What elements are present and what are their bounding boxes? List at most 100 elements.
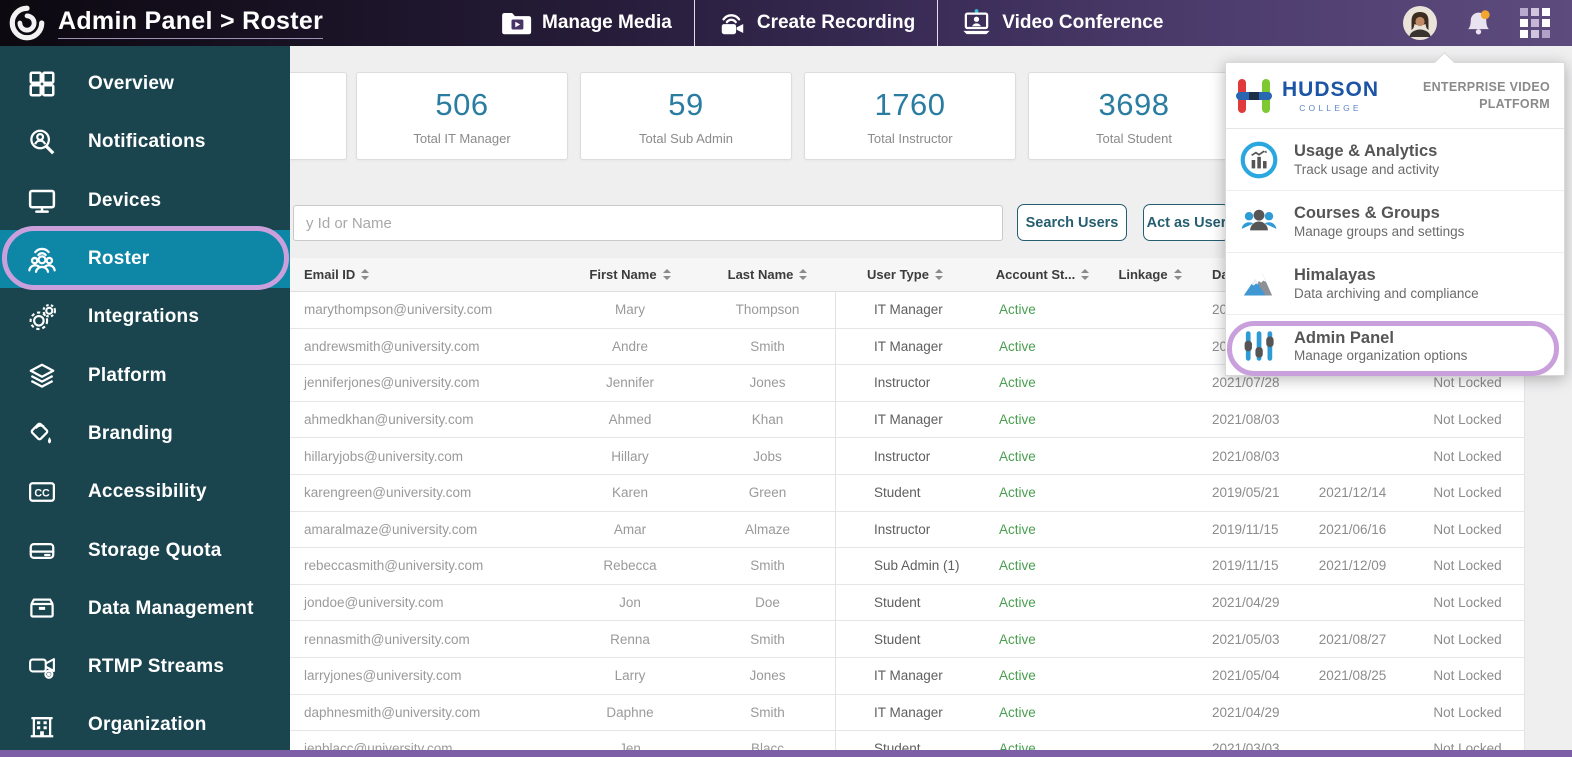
sidebar-item-rtmp-streams[interactable]: RTMP Streams bbox=[0, 638, 290, 696]
cell-user-type: IT Manager bbox=[835, 292, 975, 328]
cell-date-1: 2021/08/03 bbox=[1212, 412, 1280, 428]
cell-last-name: Green bbox=[748, 485, 787, 501]
cell-account-status: Active bbox=[999, 631, 1036, 647]
header-email-id[interactable]: Email ID bbox=[290, 267, 560, 282]
cell-first-name: Andre bbox=[611, 338, 649, 354]
cell-account-status: Active bbox=[999, 558, 1036, 574]
cell-first-name: Ahmed bbox=[608, 412, 652, 428]
video-camera-icon bbox=[22, 652, 62, 682]
notifications-bell-icon[interactable] bbox=[1463, 8, 1494, 39]
menu-item-subtitle: Manage organization options bbox=[1294, 348, 1468, 364]
cell-date-1: 2019/11/15 bbox=[1212, 521, 1279, 537]
layers-icon bbox=[22, 361, 62, 391]
header-last-name[interactable]: Last Name bbox=[700, 267, 835, 282]
cell-date-1: 2021/05/03 bbox=[1212, 631, 1280, 647]
cell-last-name: Smith bbox=[750, 631, 785, 647]
sort-icon bbox=[1173, 269, 1182, 280]
cell-email: andrewsmith@university.com bbox=[304, 338, 480, 354]
nav-create-recording[interactable]: Create Recording bbox=[693, 0, 937, 46]
sidebar-item-integrations[interactable]: Integrations bbox=[0, 288, 290, 346]
table-row[interactable]: daphnesmith@university.com Daphne Smith … bbox=[290, 694, 1524, 732]
stat-value: 3698 bbox=[1098, 86, 1170, 122]
gears-icon bbox=[22, 302, 62, 332]
cell-locked-status: Not Locked bbox=[1433, 595, 1502, 611]
sidebar-item-accessibility[interactable]: CC Accessibility bbox=[0, 463, 290, 521]
cell-email: jenniferjones@university.com bbox=[304, 375, 480, 391]
header-first-name[interactable]: First Name bbox=[560, 267, 700, 282]
sidebar-item-overview[interactable]: Overview bbox=[0, 55, 290, 113]
sidebar-item-storage-quota[interactable]: Storage Quota bbox=[0, 521, 290, 579]
menu-item-usage-analytics[interactable]: Usage & Analytics Track usage and activi… bbox=[1226, 129, 1564, 191]
cell-date-1: 2021/05/04 bbox=[1212, 668, 1280, 684]
sidebar-item-branding[interactable]: Branding bbox=[0, 405, 290, 463]
table-row[interactable]: ahmedkhan@university.com Ahmed Khan IT M… bbox=[290, 401, 1524, 439]
sidebar-item-data-management[interactable]: Data Management bbox=[0, 580, 290, 638]
sidebar-item-notifications[interactable]: Notifications bbox=[0, 113, 290, 171]
menu-item-admin-panel[interactable]: Admin Panel Manage organization options bbox=[1226, 315, 1564, 377]
cell-user-type: Instructor bbox=[835, 511, 975, 548]
app-logo-icon[interactable] bbox=[8, 4, 46, 42]
menu-item-title: Admin Panel bbox=[1294, 328, 1394, 347]
cell-date-1: 2021/04/29 bbox=[1212, 704, 1280, 720]
cell-user-type: Sub Admin (1) bbox=[835, 548, 975, 584]
table-row[interactable]: rebeccasmith@university.com Rebecca Smit… bbox=[290, 548, 1524, 585]
people-group-icon bbox=[1238, 201, 1280, 243]
menu-item-subtitle: Track usage and activity bbox=[1294, 161, 1440, 177]
cell-last-name: Almaze bbox=[744, 521, 790, 537]
camera-broadcast-icon bbox=[717, 9, 748, 38]
table-row[interactable]: rennasmith@university.com Renna Smith St… bbox=[290, 621, 1524, 658]
nav-label: Manage Media bbox=[542, 12, 672, 33]
cell-email: hillaryjobs@university.com bbox=[304, 448, 464, 464]
search-users-button[interactable]: Search Users bbox=[1017, 204, 1127, 241]
magnifier-person-icon bbox=[22, 127, 62, 157]
stat-label: Total Instructor bbox=[867, 130, 953, 146]
cell-date-1: 2019/05/21 bbox=[1212, 485, 1280, 501]
header-linkage[interactable]: Linkage bbox=[1110, 267, 1190, 282]
header-user-type[interactable]: User Type bbox=[835, 267, 975, 282]
folder-play-icon bbox=[500, 8, 533, 38]
paint-bucket-icon bbox=[22, 419, 62, 449]
menu-item-himalayas[interactable]: Himalayas Data archiving and compliance bbox=[1226, 253, 1564, 315]
cell-account-status: Active bbox=[999, 668, 1036, 684]
cell-first-name: Karen bbox=[611, 485, 649, 501]
cell-locked-status: Not Locked bbox=[1433, 631, 1502, 647]
table-row[interactable]: hillaryjobs@university.com Hillary Jobs … bbox=[290, 438, 1524, 475]
top-nav: Manage Media Create Recording Video Conf… bbox=[478, 0, 1185, 46]
cell-first-name: Jon bbox=[619, 595, 641, 611]
cell-locked-status: Not Locked bbox=[1433, 558, 1502, 574]
sidebar-item-platform[interactable]: Platform bbox=[0, 346, 290, 404]
table-row[interactable]: karengreen@university.com Karen Green St… bbox=[290, 474, 1524, 512]
analytics-chart-icon bbox=[1238, 139, 1280, 181]
table-row[interactable]: larryjones@university.com Larry Jones IT… bbox=[290, 657, 1524, 695]
cell-account-status: Active bbox=[999, 302, 1036, 318]
table-row[interactable]: amaralmaze@university.com Amar Almaze In… bbox=[290, 511, 1524, 549]
menu-item-subtitle: Manage groups and settings bbox=[1294, 223, 1465, 239]
stat-label: Total Sub Admin bbox=[639, 130, 733, 146]
cell-first-name: Jennifer bbox=[605, 375, 655, 391]
table-row[interactable]: jondoe@university.com Jon Doe Student Ac… bbox=[290, 584, 1524, 622]
act-as-user-button[interactable]: Act as User bbox=[1143, 204, 1230, 241]
sidebar-item-roster[interactable]: Roster bbox=[0, 229, 290, 289]
nav-manage-media[interactable]: Manage Media bbox=[478, 0, 694, 46]
user-avatar[interactable] bbox=[1403, 6, 1437, 40]
cell-locked-status: Not Locked bbox=[1433, 521, 1502, 537]
stat-card-instructor: 1760 Total Instructor bbox=[804, 72, 1016, 160]
search-input[interactable] bbox=[293, 205, 1003, 241]
menu-item-title: Courses & Groups bbox=[1294, 204, 1440, 223]
sidebar-item-devices[interactable]: Devices bbox=[0, 172, 290, 230]
cell-first-name: Larry bbox=[614, 668, 646, 684]
sidebar-item-organization[interactable]: Organization bbox=[0, 696, 290, 754]
header-account-status[interactable]: Account St... bbox=[975, 267, 1110, 282]
cell-account-status: Active bbox=[999, 448, 1036, 464]
sort-icon bbox=[1081, 269, 1090, 280]
nav-video-conference[interactable]: Video Conference bbox=[937, 0, 1185, 46]
cell-first-name: Hillary bbox=[611, 448, 649, 464]
app-launcher-grid-icon[interactable] bbox=[1520, 8, 1550, 38]
top-bar: Admin Panel > Roster Manage Media Create… bbox=[0, 0, 1572, 46]
cell-email: jondoe@university.com bbox=[304, 595, 444, 611]
cell-email: marythompson@university.com bbox=[304, 302, 493, 318]
app-launcher-menu: HUDSON COLLEGE ENTERPRISE VIDEO PLATFORM… bbox=[1225, 51, 1565, 377]
stat-value: 1760 bbox=[874, 86, 946, 122]
menu-item-title: Usage & Analytics bbox=[1294, 142, 1438, 161]
menu-item-courses-groups[interactable]: Courses & Groups Manage groups and setti… bbox=[1226, 191, 1564, 253]
